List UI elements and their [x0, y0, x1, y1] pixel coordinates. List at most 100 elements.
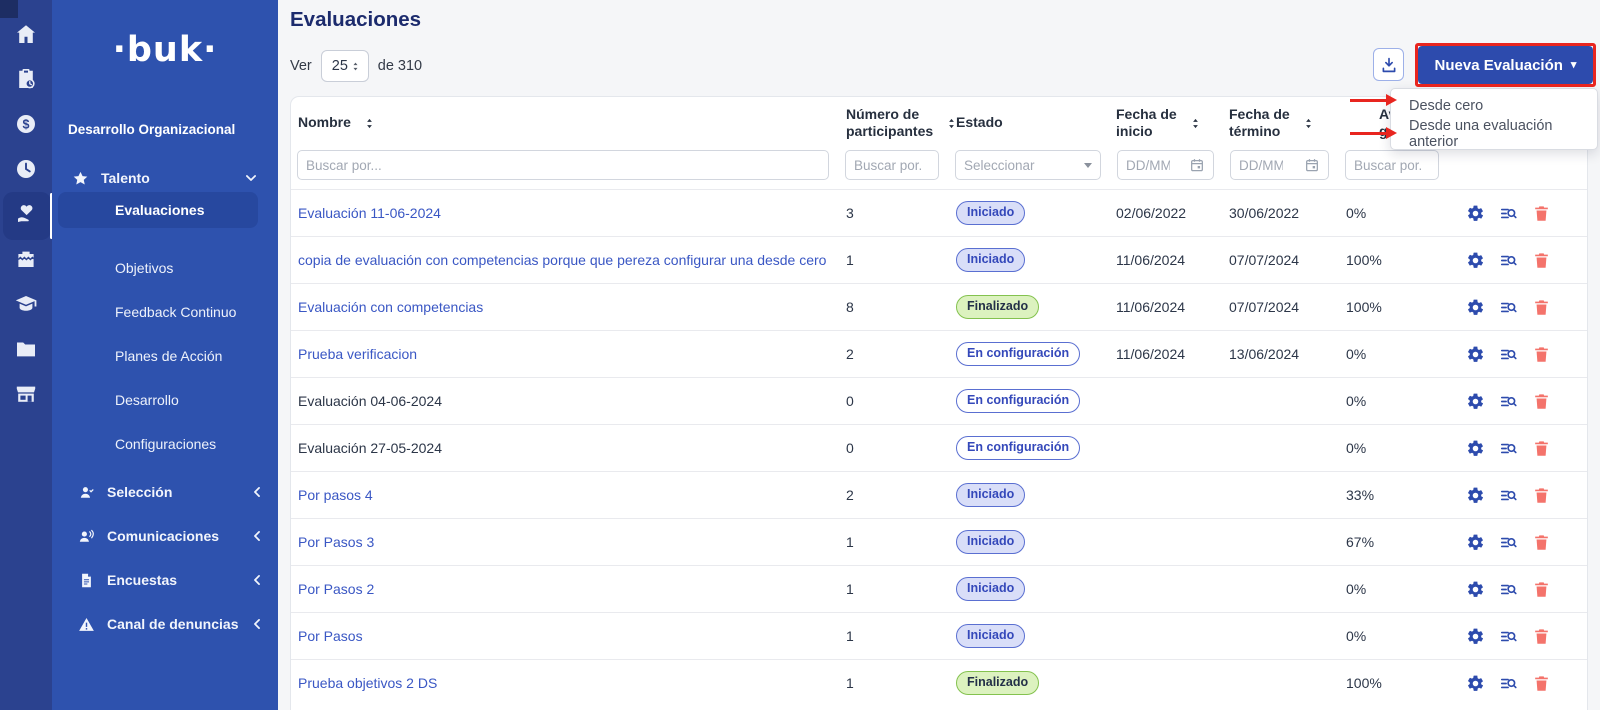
settings-button[interactable] [1466, 627, 1485, 646]
column-header-participantes[interactable]: Número de participantes [839, 106, 949, 141]
nombre-filter-input[interactable] [297, 150, 829, 180]
column-header-nombre[interactable]: Nombre [291, 114, 839, 132]
delete-button[interactable] [1532, 486, 1551, 505]
delete-button[interactable] [1532, 439, 1551, 458]
settings-button[interactable] [1466, 439, 1485, 458]
fecha-termino-filter-input[interactable]: DD/MM/AAAA [1230, 150, 1329, 180]
sort-icon[interactable] [1189, 116, 1202, 131]
delete-button[interactable] [1532, 627, 1551, 646]
trash-icon [1532, 627, 1551, 646]
settings-button[interactable] [1466, 251, 1485, 270]
evaluation-name-link[interactable]: copia de evaluación con competencias por… [298, 252, 826, 268]
rail-nav-button[interactable] [4, 382, 48, 410]
settings-button[interactable] [1466, 486, 1485, 505]
gear-icon [1466, 486, 1485, 505]
rail-icon [14, 382, 38, 411]
sidebar-item-evaluaciones[interactable]: Evaluaciones [58, 192, 258, 228]
dropdown-menu-item[interactable]: Desde una evaluación anterior [1391, 120, 1597, 148]
column-label: Fecha de término [1229, 106, 1290, 141]
view-results-button[interactable] [1499, 674, 1518, 693]
delete-button[interactable] [1532, 580, 1551, 599]
evaluation-name-link[interactable]: Por Pasos [298, 628, 363, 644]
view-results-button[interactable] [1499, 392, 1518, 411]
delete-button[interactable] [1532, 674, 1551, 693]
rail-nav-button[interactable] [4, 67, 48, 95]
estado-filter-select[interactable]: Seleccionar [955, 150, 1101, 180]
sidebar-submenu-item[interactable]: Planes de Acción [58, 338, 270, 374]
evaluation-name-link[interactable]: Evaluación 27-05-2024 [298, 440, 442, 456]
download-button[interactable] [1373, 48, 1404, 81]
sidebar-section-item[interactable]: Selección [64, 474, 276, 510]
sort-icon[interactable] [363, 116, 376, 131]
rail-nav-button[interactable] [4, 202, 48, 230]
sidebar-section-item[interactable]: Canal de denuncias [64, 606, 276, 642]
view-results-button[interactable] [1499, 627, 1518, 646]
avance-cell: 100% [1339, 675, 1449, 691]
dropdown-menu-item[interactable]: Desde cero [1391, 92, 1597, 120]
rail-nav-button[interactable] [4, 157, 48, 185]
avance-filter-input[interactable] [1345, 150, 1439, 180]
settings-button[interactable] [1466, 298, 1485, 317]
calendar-icon[interactable] [1189, 157, 1205, 173]
settings-button[interactable] [1466, 533, 1485, 552]
estado-cell: En configuración [949, 389, 1111, 412]
sort-icon[interactable] [1302, 116, 1315, 131]
view-results-button[interactable] [1499, 298, 1518, 317]
delete-button[interactable] [1532, 251, 1551, 270]
sidebar-submenu-item[interactable]: Objetivos [58, 250, 270, 286]
rail-nav-button[interactable] [4, 22, 48, 50]
calendar-icon[interactable] [1304, 157, 1320, 173]
rail-nav-button[interactable] [4, 337, 48, 365]
view-results-button[interactable] [1499, 486, 1518, 505]
settings-button[interactable] [1466, 204, 1485, 223]
column-header-estado[interactable]: Estado [949, 114, 1111, 132]
delete-button[interactable] [1532, 204, 1551, 223]
settings-button[interactable] [1466, 580, 1485, 599]
evaluation-name-link[interactable]: Evaluación 04-06-2024 [298, 393, 442, 409]
evaluation-name-link[interactable]: Evaluación 11-06-2024 [298, 205, 441, 221]
trash-icon [1532, 204, 1551, 223]
page-size-select[interactable]: 25 [321, 50, 369, 82]
sidebar-section-item[interactable]: Comunicaciones [64, 518, 276, 554]
nombre-cell: Por Pasos 3 [291, 534, 839, 550]
sidebar-section-item[interactable]: Encuestas [64, 562, 276, 598]
delete-button[interactable] [1532, 298, 1551, 317]
sidebar-item-talento[interactable]: Talento [58, 160, 270, 196]
delete-button[interactable] [1532, 345, 1551, 364]
evaluation-name-link[interactable]: Prueba objetivos 2 DS [298, 675, 437, 691]
evaluation-name-link[interactable]: Por Pasos 3 [298, 534, 374, 550]
settings-button[interactable] [1466, 392, 1485, 411]
settings-button[interactable] [1466, 674, 1485, 693]
settings-button[interactable] [1466, 345, 1485, 364]
evaluation-name-link[interactable]: Por pasos 4 [298, 487, 373, 503]
evaluation-name-link[interactable]: Prueba verificacion [298, 346, 417, 362]
sidebar-submenu-item[interactable]: Configuraciones [58, 426, 270, 462]
table-filter-row: Seleccionar DD/MM/AAAA DD/MM/AAAA [291, 149, 1587, 189]
delete-button[interactable] [1532, 533, 1551, 552]
column-header-fecha-termino[interactable]: Fecha de término [1224, 106, 1339, 141]
view-results-button[interactable] [1499, 345, 1518, 364]
fecha-inicio-filter-input[interactable]: DD/MM/AAAA [1117, 150, 1214, 180]
sidebar-submenu-item[interactable]: Desarrollo [58, 382, 270, 418]
evaluation-name-link[interactable]: Evaluación con competencias [298, 299, 483, 315]
sidebar-submenu-item[interactable]: Feedback Continuo [58, 294, 270, 330]
table-row: Evaluación 11-06-2024 3 Iniciado 02/06/2… [291, 189, 1587, 236]
avance-cell: 0% [1339, 205, 1449, 221]
new-evaluation-button[interactable]: Nueva Evaluación ▾ [1418, 46, 1593, 84]
view-results-button[interactable] [1499, 204, 1518, 223]
participantes-filter-input[interactable] [845, 150, 939, 180]
rail-nav-button[interactable]: $ [4, 112, 48, 140]
view-results-button[interactable] [1499, 533, 1518, 552]
date-placeholder: DD/MM/AAAA [1239, 158, 1283, 173]
view-results-button[interactable] [1499, 251, 1518, 270]
delete-button[interactable] [1532, 392, 1551, 411]
rail-nav-button[interactable] [4, 247, 48, 275]
evaluation-name-link[interactable]: Por Pasos 2 [298, 581, 374, 597]
view-results-button[interactable] [1499, 439, 1518, 458]
view-results-button[interactable] [1499, 580, 1518, 599]
acciones-cell [1449, 251, 1587, 270]
table-row: Evaluación 27-05-2024 0 En configuración… [291, 424, 1587, 471]
column-header-fecha-inicio[interactable]: Fecha de inicio [1111, 106, 1224, 141]
rail-nav-button[interactable] [4, 292, 48, 320]
sidebar-sections: Selección Comunicaciones Encuestas [58, 474, 270, 650]
